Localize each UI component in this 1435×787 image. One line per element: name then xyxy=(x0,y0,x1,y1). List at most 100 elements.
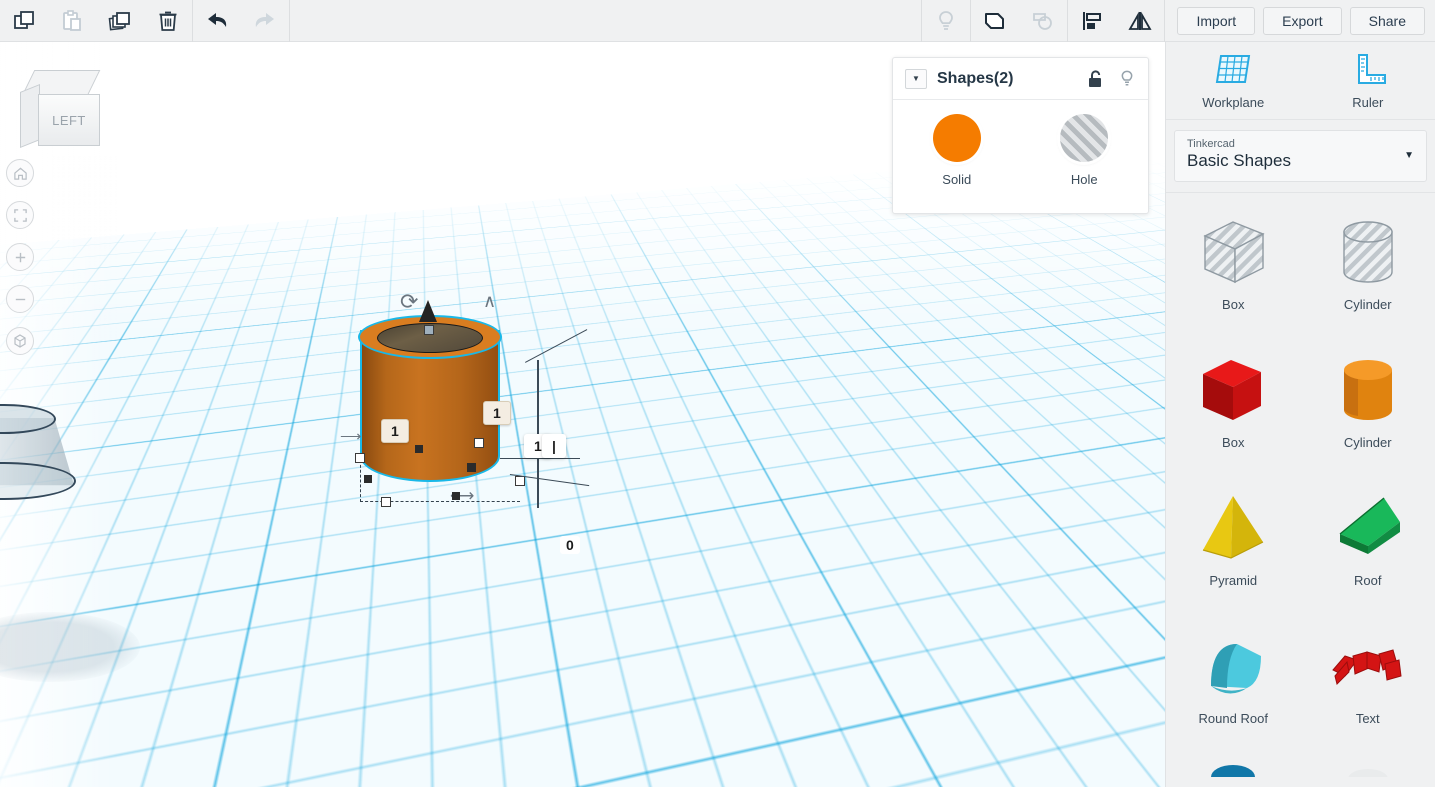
lightbulb-icon xyxy=(939,10,954,30)
rotate-handle-side[interactable]: ∧ xyxy=(483,291,496,312)
scale-handle-right[interactable] xyxy=(474,438,484,448)
cylinder-hole-icon xyxy=(1343,221,1393,283)
plus-icon xyxy=(15,252,25,262)
shape-thumbnail xyxy=(1301,205,1435,301)
align-button[interactable] xyxy=(1068,0,1116,42)
snap-grid-select[interactable]: 1/8 in ▲ xyxy=(838,753,910,779)
solid-option[interactable]: Solid xyxy=(932,114,981,187)
paste-icon xyxy=(63,9,81,31)
export-button[interactable]: Export xyxy=(1263,6,1342,35)
toolbar-divider xyxy=(1164,0,1166,42)
duplicate-button[interactable] xyxy=(96,0,144,42)
snap-grid-value: 1/8 in xyxy=(848,758,883,774)
fit-view-button[interactable] xyxy=(6,201,34,229)
corner-handle-br[interactable] xyxy=(467,463,476,472)
redo-button[interactable] xyxy=(241,0,289,42)
view-cube-side-face[interactable] xyxy=(20,83,40,149)
share-button[interactable]: Share xyxy=(1349,6,1425,35)
orange-tube-shape[interactable] xyxy=(959,360,1165,567)
scale-handle-left[interactable] xyxy=(355,453,365,463)
scale-handle-front[interactable] xyxy=(515,476,525,486)
shape-library-select[interactable]: Tinkercad Basic Shapes ▼ xyxy=(1174,130,1427,182)
shape-label: Roof xyxy=(1354,573,1382,588)
height-handle-cone[interactable] xyxy=(419,300,437,322)
hole-pattern-swatch xyxy=(1060,114,1109,162)
cylinder-solid-icon xyxy=(1343,360,1392,420)
view-cube[interactable]: LEFT xyxy=(20,70,108,150)
edge-handle[interactable] xyxy=(452,492,460,500)
shape-thumbnail xyxy=(1166,481,1301,577)
copy-button[interactable] xyxy=(0,0,48,42)
shape-label: Pyramid xyxy=(1209,573,1258,588)
undo-button[interactable] xyxy=(193,0,241,42)
chevron-down-icon: ▼ xyxy=(1404,150,1414,161)
tinkercad-editor: Import Export Share -2¼ 🖐 ⟳ ∧ ⟷ ⟶ 1 1 1 … xyxy=(0,0,1435,787)
scale-handle-back[interactable] xyxy=(381,497,391,507)
light-button[interactable] xyxy=(922,0,970,42)
panel-collapse-button[interactable]: ❯ xyxy=(1145,410,1165,492)
shape-cylinder-solid[interactable]: Cylinder xyxy=(1301,343,1435,475)
mirror-button[interactable] xyxy=(1116,0,1164,42)
zoom-in-button[interactable] xyxy=(6,243,34,271)
shape-box-hole[interactable]: Box xyxy=(1166,205,1301,337)
mirror-icon xyxy=(1128,11,1153,30)
group-icon xyxy=(985,12,1005,29)
lightbulb-icon[interactable] xyxy=(1118,69,1136,89)
rotate-handle-left[interactable]: ⟶ xyxy=(340,427,362,445)
shape-box-solid[interactable]: Box xyxy=(1166,343,1301,475)
rotate-handle-top[interactable]: ⟳ xyxy=(400,289,418,315)
paste-button[interactable] xyxy=(48,0,96,42)
import-button[interactable]: Import xyxy=(1177,6,1256,35)
shape-thumbnail xyxy=(1301,343,1435,439)
shape-label: Box xyxy=(1222,435,1245,450)
zoom-out-button[interactable] xyxy=(6,285,34,313)
snap-grid-label: Snap Grid xyxy=(766,758,830,774)
hole-option-label: Hole xyxy=(1070,172,1098,187)
edit-grid-button[interactable]: Edit Grid xyxy=(830,720,907,745)
fit-view-icon xyxy=(13,208,27,222)
shape-pyramid[interactable]: Pyramid xyxy=(1166,481,1301,613)
unlock-icon[interactable] xyxy=(1086,69,1104,89)
group-button[interactable] xyxy=(971,0,1019,42)
duplicate-icon xyxy=(108,11,130,30)
home-view-button[interactable] xyxy=(6,159,34,187)
undo-icon xyxy=(208,12,227,27)
history-tool-group xyxy=(193,0,289,42)
workplane-tool[interactable]: Workplane xyxy=(1166,42,1301,119)
shape-partial-icon xyxy=(1348,769,1388,777)
shapes-panel-collapse-caret[interactable]: ▼ xyxy=(905,68,927,89)
minus-icon xyxy=(15,298,25,300)
ruler-icon xyxy=(1357,54,1386,84)
shape-round-roof[interactable]: Round Roof xyxy=(1166,619,1301,751)
shape-library-grid: Box Cylinder Box Cylinder Pyramid Roof R… xyxy=(1166,193,1435,751)
dimension-label-z[interactable]: 0 xyxy=(560,536,580,554)
ungroup-icon xyxy=(1033,12,1053,30)
shape-text[interactable]: Text xyxy=(1301,619,1435,751)
delete-button[interactable] xyxy=(144,0,192,42)
shape-cylinder-hole[interactable]: Cylinder xyxy=(1301,205,1435,337)
library-owner: Tinkercad xyxy=(1187,138,1235,150)
top-toolbar: Import Export Share xyxy=(0,0,1435,42)
shapes-panel-options: Solid Hole xyxy=(893,100,1148,187)
arrange-tool-group xyxy=(1068,0,1164,42)
ruler-tool[interactable]: Ruler xyxy=(1301,42,1435,119)
view-cube-front-face[interactable]: LEFT xyxy=(38,94,100,146)
ungroup-button[interactable] xyxy=(1019,0,1067,42)
gray-hole-cone-shape[interactable] xyxy=(0,400,76,515)
home-icon xyxy=(13,167,27,180)
center-handle[interactable] xyxy=(415,445,423,453)
height-input-field[interactable]: | xyxy=(542,434,566,458)
hole-option[interactable]: Hole xyxy=(1060,114,1109,187)
roof-icon xyxy=(1339,497,1400,554)
scale-handle-top[interactable] xyxy=(424,325,434,335)
shapes-panel-actions xyxy=(1086,69,1136,89)
dimension-label-width[interactable]: 1 xyxy=(381,419,409,443)
dimension-label-depth[interactable]: 1 xyxy=(483,401,511,425)
ortho-perspective-button[interactable] xyxy=(6,327,34,355)
shape-roof[interactable]: Roof xyxy=(1301,481,1435,613)
text-icon xyxy=(1331,649,1402,685)
workplane-icon xyxy=(1216,55,1251,83)
edge-handle-left[interactable] xyxy=(364,475,372,483)
ruler-tool-label: Ruler xyxy=(1352,95,1384,110)
